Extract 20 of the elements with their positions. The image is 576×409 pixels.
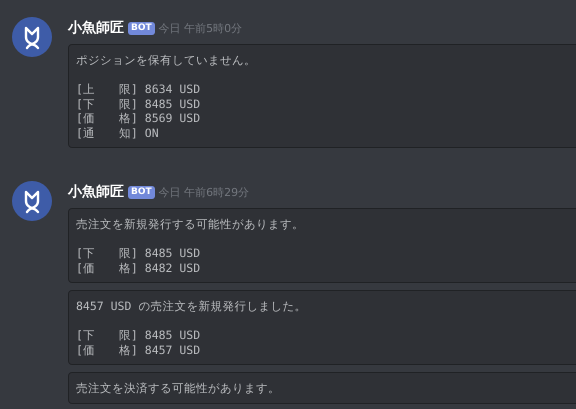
bot-badge: BOT — [128, 186, 155, 198]
code-text: ポジションを保有していません。 — [76, 53, 256, 68]
code-line: [価 格] 8569 USD — [76, 111, 200, 126]
code-text: 売注文を新規発行する可能性があります。 — [76, 217, 304, 232]
code-text: 売注文を決済する可能性があります。 — [76, 381, 280, 396]
code-line: [下 限] 8485 USD — [76, 246, 200, 260]
code-line: [価 格] 8482 USD — [76, 260, 200, 275]
timestamp: 今日 午前6時29分 — [158, 184, 250, 200]
timestamp: 今日 午前5時0分 — [158, 20, 242, 36]
author-name[interactable]: 小魚師匠 — [68, 19, 124, 37]
code-line: [通 知] ON — [76, 126, 159, 140]
code-line: [上 限] 8634 USD — [76, 82, 200, 96]
code-text: 8457 USD の売注文を新規発行しました。 — [76, 299, 306, 314]
bot-badge: BOT — [128, 22, 155, 34]
author-name[interactable]: 小魚師匠 — [68, 183, 124, 201]
code-line: [下 限] 8485 USD — [76, 328, 200, 342]
code-line: [下 限] 8485 USD — [76, 96, 200, 111]
avatar-icon[interactable] — [12, 181, 52, 221]
avatar-icon[interactable] — [12, 17, 52, 57]
code-line: [価 格] 8457 USD — [76, 342, 200, 357]
